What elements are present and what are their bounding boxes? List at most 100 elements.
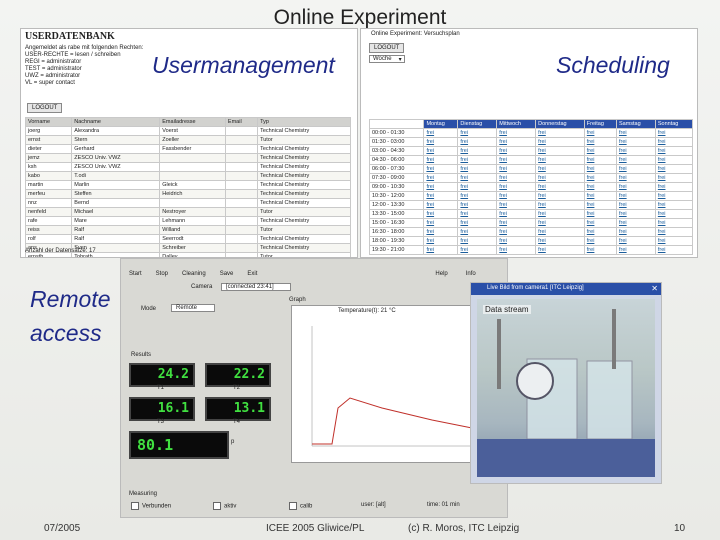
status-aktiv[interactable]: aktiv <box>213 502 236 510</box>
schedule-slot-link[interactable]: frei <box>654 218 694 228</box>
schedule-slot-link[interactable]: frei <box>496 128 537 138</box>
schedule-slot-link[interactable]: frei <box>615 182 656 192</box>
schedule-slot-link[interactable]: frei <box>583 164 617 174</box>
schedule-slot-link[interactable]: frei <box>615 146 656 156</box>
schedule-slot-link[interactable]: frei <box>457 218 498 228</box>
table-row[interactable]: merfeu Steffen Heidrich Technical Chemistry <box>24 189 351 199</box>
table-row[interactable]: rafe Mare Lehmann Technical Chemistry <box>24 216 351 226</box>
schedule-slot-link[interactable]: frei <box>583 146 617 156</box>
schedule-slot-link[interactable]: frei <box>615 155 656 165</box>
toolbar-help[interactable]: Help <box>435 271 447 281</box>
schedule-slot-link[interactable]: frei <box>615 200 656 210</box>
table-row[interactable]: nnz Bernd Technical Chemistry <box>24 198 351 208</box>
table-row[interactable]: reiss Ralf Willand Tutor <box>24 225 351 235</box>
schedule-slot-link[interactable]: frei <box>583 191 617 201</box>
camera-select[interactable]: [connected 23:41] <box>221 283 291 291</box>
schedule-slot-link[interactable]: frei <box>496 191 537 201</box>
table-row[interactable]: joerg Alexandra Voerst Technical Chemistry <box>24 126 351 136</box>
schedule-slot-link[interactable]: frei <box>496 146 537 156</box>
schedule-slot-link[interactable]: frei <box>457 191 498 201</box>
table-row[interactable]: ernst Stern Zoeller Tutor <box>24 135 351 145</box>
schedule-slot-link[interactable]: frei <box>423 245 459 255</box>
toolbar-cleaning[interactable]: Cleaning <box>182 271 206 281</box>
schedule-slot-link[interactable]: frei <box>654 155 694 165</box>
schedule-slot-link[interactable]: frei <box>535 227 585 237</box>
schedule-slot-link[interactable]: frei <box>583 200 617 210</box>
schedule-slot-link[interactable]: frei <box>457 128 498 138</box>
schedule-slot-link[interactable]: frei <box>615 209 656 219</box>
schedule-slot-link[interactable]: frei <box>615 218 656 228</box>
schedule-slot-link[interactable]: frei <box>654 209 694 219</box>
schedule-slot-link[interactable]: frei <box>583 137 617 147</box>
schedule-slot-link[interactable]: frei <box>583 182 617 192</box>
schedule-slot-link[interactable]: frei <box>615 173 656 183</box>
mode-select[interactable]: Remote <box>171 304 215 312</box>
schedule-slot-link[interactable]: frei <box>535 191 585 201</box>
status-verbunden[interactable]: Verbunden <box>131 502 171 510</box>
schedule-slot-link[interactable]: frei <box>457 155 498 165</box>
schedule-slot-link[interactable]: frei <box>615 236 656 246</box>
schedule-slot-link[interactable]: frei <box>583 227 617 237</box>
toolbar-stop[interactable]: Stop <box>156 271 168 281</box>
schedule-slot-link[interactable]: frei <box>583 155 617 165</box>
schedule-slot-link[interactable]: frei <box>496 155 537 165</box>
table-row[interactable]: jemz ZESCO Univ. VWZ Technical Chemistry <box>24 153 351 163</box>
close-icon[interactable]: ✕ <box>651 284 658 293</box>
schedule-slot-link[interactable]: frei <box>615 227 656 237</box>
schedule-slot-link[interactable]: frei <box>654 164 694 174</box>
schedule-slot-link[interactable]: frei <box>423 209 459 219</box>
status-calib[interactable]: calib <box>289 502 312 510</box>
schedule-slot-link[interactable]: frei <box>423 164 459 174</box>
schedule-slot-link[interactable]: frei <box>423 227 459 237</box>
schedule-slot-link[interactable]: frei <box>615 191 656 201</box>
schedule-slot-link[interactable]: frei <box>654 245 694 255</box>
schedule-slot-link[interactable]: frei <box>457 182 498 192</box>
schedule-slot-link[interactable]: frei <box>654 236 694 246</box>
schedule-slot-link[interactable]: frei <box>496 227 537 237</box>
schedule-slot-link[interactable]: frei <box>615 245 656 255</box>
table-row[interactable]: martin Marlin Gleick Technical Chemistry <box>24 180 351 190</box>
schedule-slot-link[interactable]: frei <box>423 155 459 165</box>
schedule-slot-link[interactable]: frei <box>457 236 498 246</box>
schedule-slot-link[interactable]: frei <box>535 209 585 219</box>
schedule-slot-link[interactable]: frei <box>615 137 656 147</box>
schedule-slot-link[interactable]: frei <box>423 200 459 210</box>
schedule-slot-link[interactable]: frei <box>423 236 459 246</box>
schedule-slot-link[interactable]: frei <box>654 173 694 183</box>
schedule-logout-button[interactable]: LOGOUT <box>369 43 405 53</box>
table-row[interactable]: dieter Gerhard Fassbender Technical Chemist… <box>24 144 351 154</box>
schedule-slot-link[interactable]: frei <box>496 182 537 192</box>
schedule-slot-link[interactable]: frei <box>423 146 459 156</box>
schedule-slot-link[interactable]: frei <box>423 191 459 201</box>
schedule-slot-link[interactable]: frei <box>654 128 694 138</box>
table-row[interactable]: kabo T.odi Technical Chemistry <box>24 171 351 181</box>
schedule-slot-link[interactable]: frei <box>654 182 694 192</box>
schedule-slot-link[interactable]: frei <box>535 137 585 147</box>
schedule-slot-link[interactable]: frei <box>654 146 694 156</box>
schedule-slot-link[interactable]: frei <box>583 245 617 255</box>
schedule-slot-link[interactable]: frei <box>457 200 498 210</box>
schedule-slot-link[interactable]: frei <box>496 164 537 174</box>
schedule-slot-link[interactable]: frei <box>615 164 656 174</box>
schedule-slot-link[interactable]: frei <box>583 209 617 219</box>
schedule-slot-link[interactable]: frei <box>496 236 537 246</box>
schedule-slot-link[interactable]: frei <box>583 173 617 183</box>
schedule-slot-link[interactable]: frei <box>583 236 617 246</box>
schedule-slot-link[interactable]: frei <box>654 227 694 237</box>
logout-button[interactable]: LOGOUT <box>27 103 63 113</box>
schedule-slot-link[interactable]: frei <box>423 173 459 183</box>
table-row[interactable]: nenfeld Michael Nestroyer Tutor <box>24 207 351 217</box>
schedule-slot-link[interactable]: frei <box>615 128 656 138</box>
schedule-slot-link[interactable]: frei <box>423 182 459 192</box>
schedule-slot-link[interactable]: frei <box>496 209 537 219</box>
schedule-slot-link[interactable]: frei <box>535 164 585 174</box>
schedule-slot-link[interactable]: frei <box>583 128 617 138</box>
schedule-slot-link[interactable]: frei <box>535 236 585 246</box>
schedule-slot-link[interactable]: frei <box>535 173 585 183</box>
schedule-slot-link[interactable]: frei <box>423 218 459 228</box>
schedule-slot-link[interactable]: frei <box>496 245 537 255</box>
schedule-slot-link[interactable]: frei <box>496 137 537 147</box>
schedule-slot-link[interactable]: frei <box>654 137 694 147</box>
schedule-slot-link[interactable]: frei <box>496 173 537 183</box>
week-select[interactable]: Woche ▾ <box>369 55 405 63</box>
